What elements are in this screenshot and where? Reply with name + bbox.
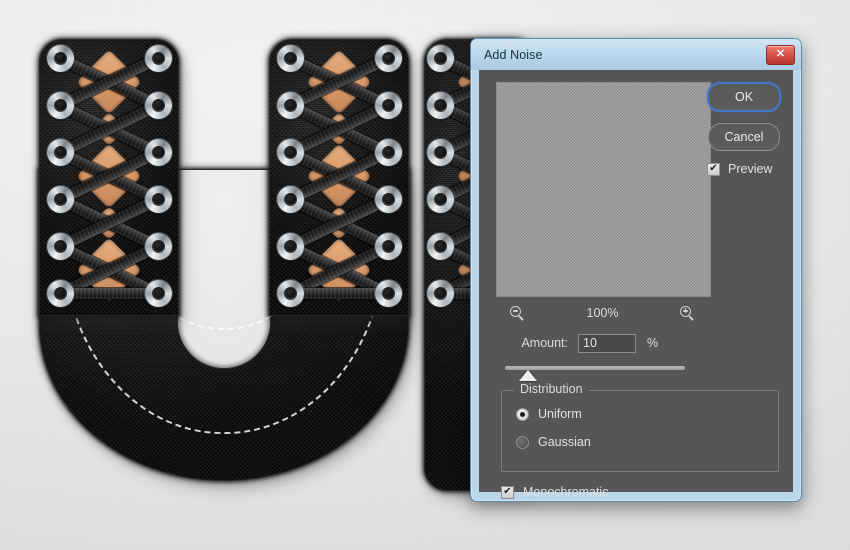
radio-uniform[interactable]: Uniform — [516, 407, 582, 421]
amount-slider-thumb[interactable] — [519, 370, 537, 381]
eyelet-grommet — [144, 91, 172, 119]
eyelet-grommet — [426, 279, 454, 307]
eyelet-grommet — [276, 44, 304, 72]
dialog-body: 100% Amount: % Distribution Uniform Gaus… — [479, 70, 793, 499]
preview-label: Preview — [728, 162, 773, 176]
zoom-in-icon[interactable] — [679, 305, 695, 321]
eyelet-grommet — [374, 44, 402, 72]
radio-gaussian-indicator[interactable] — [516, 435, 529, 449]
preview-check-indicator[interactable]: ✔ — [707, 162, 720, 176]
preview-checkbox[interactable]: ✔ Preview — [705, 162, 783, 176]
eyelet-grommet — [374, 232, 402, 260]
eyelet-grommet — [144, 138, 172, 166]
shoe-lace — [60, 287, 158, 299]
shoe-lace — [290, 287, 388, 299]
eyelet-grommet — [144, 44, 172, 72]
eyelet-grommet — [144, 232, 172, 260]
eyelet-grommet — [426, 91, 454, 119]
radio-uniform-label: Uniform — [538, 407, 582, 421]
distribution-group: Distribution Uniform Gaussian — [501, 382, 779, 472]
eyelet-grommet — [276, 232, 304, 260]
zoom-level-label: 100% — [586, 306, 619, 320]
preview-zoom-controls: 100% — [496, 302, 709, 324]
amount-unit-label: % — [647, 336, 659, 350]
eyelet-grommet — [426, 185, 454, 213]
eyelet-grommet — [374, 279, 402, 307]
dialog-title-bar[interactable]: Add Noise ✕ — [471, 39, 801, 70]
eyelet-grommet — [276, 279, 304, 307]
amount-input[interactable] — [578, 333, 636, 353]
eyelet-grommet — [46, 44, 74, 72]
eyelet-grommet — [46, 279, 74, 307]
eyelet-grommet — [46, 91, 74, 119]
eyelet-grommet — [426, 232, 454, 260]
radio-gaussian-label: Gaussian — [538, 435, 591, 449]
letter-u-counter — [178, 170, 270, 368]
amount-row: Amount: % — [496, 332, 779, 354]
eyelet-grommet — [276, 91, 304, 119]
eyelet-grommet — [144, 185, 172, 213]
eyelet-grommet — [276, 138, 304, 166]
eyelet-grommet — [46, 185, 74, 213]
cancel-button[interactable]: Cancel — [708, 123, 780, 151]
eyelet-grommet — [374, 138, 402, 166]
eyelet-grommet — [426, 138, 454, 166]
eyelet-grommet — [144, 279, 172, 307]
eyelet-grommet — [276, 185, 304, 213]
close-icon[interactable]: ✕ — [766, 44, 795, 65]
eyelet-grommet — [46, 232, 74, 260]
eyelet-grommet — [374, 91, 402, 119]
monochromatic-checkbox[interactable]: ✔ Monochromatic — [501, 485, 608, 499]
noise-preview-thumbnail[interactable] — [496, 82, 711, 297]
distribution-legend: Distribution — [514, 382, 589, 396]
monochromatic-label: Monochromatic — [523, 485, 609, 499]
eyelet-grommet — [374, 185, 402, 213]
dialog-button-column: OK Cancel ✔ Preview — [705, 82, 783, 176]
ok-button[interactable]: OK — [707, 82, 781, 112]
radio-uniform-indicator[interactable] — [516, 407, 529, 421]
monochromatic-check-indicator[interactable]: ✔ — [501, 485, 514, 499]
add-noise-dialog: Add Noise ✕ 100% Amount: % Distribution … — [470, 38, 802, 502]
radio-gaussian[interactable]: Gaussian — [516, 435, 591, 449]
dialog-title: Add Noise — [484, 47, 543, 62]
amount-label: Amount: — [521, 336, 568, 350]
zoom-out-icon[interactable] — [510, 305, 525, 321]
eyelet-grommet — [426, 44, 454, 72]
eyelet-grommet — [46, 138, 74, 166]
